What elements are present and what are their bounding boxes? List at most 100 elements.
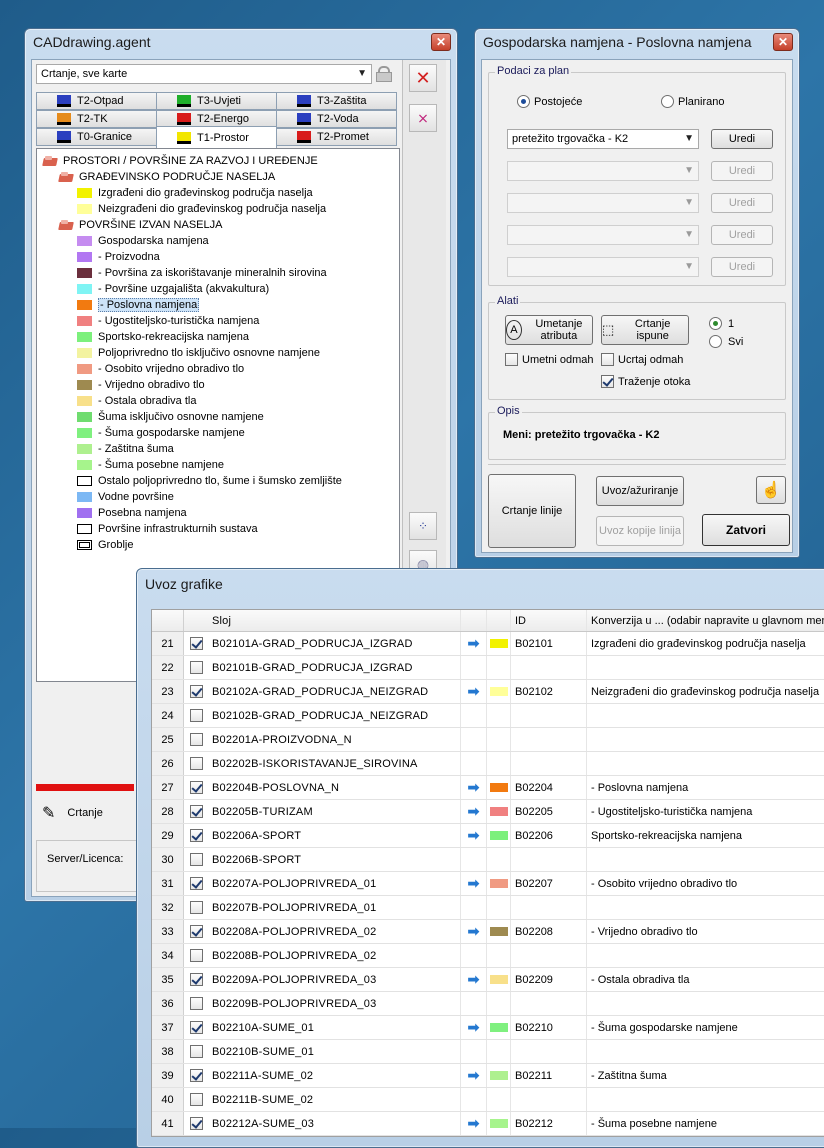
uredi-button-2[interactable]: Uredi [711,161,773,181]
table-row[interactable]: 36 B02209B-POLJOPRIVREDA_03 [152,992,824,1016]
crtanje-linije-button[interactable]: Crtanje linije [488,474,576,548]
namjena-select-5[interactable]: ▼ [507,257,699,277]
tree-item[interactable]: - Zaštitna šuma [43,441,399,457]
tree-item[interactable]: - Šuma posebne namjene [43,457,399,473]
tree-item[interactable]: Neizgrađeni dio građevinskog područja na… [43,201,399,217]
namjena-select[interactable]: pretežito trgovačka - K2 ▼ [507,129,699,149]
zatvori-button[interactable]: Zatvori [702,514,790,546]
tree-folder[interactable]: PROSTORI / POVRŠINE ZA RAZVOJ I UREĐENJE [43,153,399,169]
table-row[interactable]: 24 B02102B-GRAD_PODRUCJA_NEIZGRAD [152,704,824,728]
uredi-button-3[interactable]: Uredi [711,193,773,213]
row-checkbox[interactable] [189,685,203,698]
tree-item[interactable]: Vodne površine [43,489,399,505]
trazenje-otoka-checkbox[interactable]: Traženje otoka [601,375,690,388]
row-checkbox[interactable] [189,1045,203,1058]
tab-t1-prostor[interactable]: T1-Prostor [156,126,277,148]
uredi-button-5[interactable]: Uredi [711,257,773,277]
tree-item[interactable]: Poljoprivredno tlo isključivo osnovne na… [43,345,399,361]
uvoz-kopije-button[interactable]: Uvoz kopije linija [596,516,684,546]
row-checkbox[interactable] [189,997,203,1010]
tab-t2-tk[interactable]: T2-TK [36,110,157,128]
table-row[interactable]: 41 B02212A-SUME_03 ➡ B02212 - Šuma posebne n… [152,1112,824,1136]
tree-item[interactable]: Groblje [43,537,399,553]
select-points-icon[interactable]: ⁘ [409,512,437,540]
tree-item[interactable]: Ostalo poljoprivredno tlo, šume i šumsko… [43,473,399,489]
tree-item[interactable]: - Poslovna namjena [43,297,399,313]
table-row[interactable]: 23 B02102A-GRAD_PODRUCJA_NEIZGRAD ➡ B02102 N… [152,680,824,704]
tab-t2-otpad[interactable]: T2-Otpad [36,92,157,110]
row-checkbox[interactable] [189,949,203,962]
row-checkbox[interactable] [189,973,203,986]
row-checkbox[interactable] [189,661,203,674]
row-checkbox[interactable] [189,853,203,866]
tree-item[interactable]: - Ugostiteljsko-turistička namjena [43,313,399,329]
row-checkbox[interactable] [189,925,203,938]
namjena-select-3[interactable]: ▼ [507,193,699,213]
row-checkbox[interactable] [189,901,203,914]
radio-planirano[interactable]: Planirano [661,95,724,108]
tree-folder[interactable]: POVRŠINE IZVAN NASELJA [43,217,399,233]
namjena-select-4[interactable]: ▼ [507,225,699,245]
table-row[interactable]: 25 B02201A-PROIZVODNA_N [152,728,824,752]
tree-item[interactable]: - Ostala obradiva tla [43,393,399,409]
radio-1[interactable]: 1 [709,317,734,330]
row-checkbox[interactable] [189,709,203,722]
ucrtaj-odmah-checkbox[interactable]: Ucrtaj odmah [601,353,683,366]
row-checkbox[interactable] [189,781,203,794]
table-row[interactable]: 27 B02204B-POSLOVNA_N ➡ B02204 - Poslovna na… [152,776,824,800]
tab-t2-promet[interactable]: T2-Promet [276,128,397,146]
table-row[interactable]: 40 B02211B-SUME_02 [152,1088,824,1112]
row-checkbox[interactable] [189,1069,203,1082]
table-row[interactable]: 30 B02206B-SPORT [152,848,824,872]
tab-t3-uvjeti[interactable]: T3-Uvjeti [156,92,277,110]
table-row[interactable]: 39 B02211A-SUME_02 ➡ B02211 - Zaštitna šuma [152,1064,824,1088]
header-sloj[interactable]: Sloj [208,610,461,631]
tree-item[interactable]: - Proizvodna [43,249,399,265]
map-select[interactable]: Crtanje, sve karte ▼ [36,64,372,84]
tree-item[interactable]: - Osobito vrijedno obradivo tlo [43,361,399,377]
table-row[interactable]: 34 B02208B-POLJOPRIVREDA_02 [152,944,824,968]
row-checkbox[interactable] [189,1117,203,1130]
tree-item[interactable]: Sportsko-rekreacijska namjena [43,329,399,345]
table-row[interactable]: 37 B02210A-SUME_01 ➡ B02210 - Šuma gospodars… [152,1016,824,1040]
table-row[interactable]: 38 B02210B-SUME_01 [152,1040,824,1064]
table-row[interactable]: 32 B02207B-POLJOPRIVREDA_01 [152,896,824,920]
table-row[interactable]: 35 B02209A-POLJOPRIVREDA_03 ➡ B02209 - Ostal… [152,968,824,992]
close-icon[interactable]: ✕ [773,33,793,51]
uredi-button-4[interactable]: Uredi [711,225,773,245]
row-checkbox[interactable] [189,757,203,770]
crtanje-ispune-button[interactable]: ⬚ Crtanje ispune [601,315,689,345]
crtanje-item[interactable]: ✎ Crtanje [36,796,134,830]
table-row[interactable]: 33 B02208A-POLJOPRIVREDA_02 ➡ B02208 - Vrije… [152,920,824,944]
tree-item[interactable]: Gospodarska namjena [43,233,399,249]
tab-t2-voda[interactable]: T2-Voda [276,110,397,128]
close-icon[interactable]: ✕ [431,33,451,51]
table-row[interactable]: 22 B02101B-GRAD_PODRUCJA_IZGRAD [152,656,824,680]
header-id[interactable]: ID [511,610,587,631]
umetanje-atributa-button[interactable]: A Umetanje atributa [505,315,593,345]
row-checkbox[interactable] [189,829,203,842]
tree-item[interactable]: Šuma isključivo osnovne namjene [43,409,399,425]
table-row[interactable]: 31 B02207A-POLJOPRIVREDA_01 ➡ B02207 - Osobi… [152,872,824,896]
umetni-odmah-checkbox[interactable]: Umetni odmah [505,353,594,366]
tree-item[interactable]: Izgrađeni dio građevinskog područja nase… [43,185,399,201]
node-edit-icon[interactable]: ⨯ [409,104,437,132]
tree-item[interactable]: Površine infrastrukturnih sustava [43,521,399,537]
table-row[interactable]: 28 B02205B-TURIZAM ➡ B02205 - Ugostiteljsko-… [152,800,824,824]
delete-icon[interactable]: ✕ [409,64,437,92]
table-row[interactable]: 21 B02101A-GRAD_PODRUCJA_IZGRAD ➡ B02101 Izg… [152,632,824,656]
row-checkbox[interactable] [189,637,203,650]
uredi-button-1[interactable]: Uredi [711,129,773,149]
tab-t0-granice[interactable]: T0-Granice [36,128,157,146]
namjena-select-2[interactable]: ▼ [507,161,699,181]
table-row[interactable]: 29 B02206A-SPORT ➡ B02206 Sportsko-rekreacij… [152,824,824,848]
tree-item[interactable]: - Šuma gospodarske namjene [43,425,399,441]
row-checkbox[interactable] [189,733,203,746]
header-konverzija[interactable]: Konverzija u ... (odabir napravite u gla… [587,610,824,631]
tree-item[interactable]: - Vrijedno obradivo tlo [43,377,399,393]
row-checkbox[interactable] [189,877,203,890]
tab-t3-za-tita[interactable]: T3-Zaštita [276,92,397,110]
tree-item[interactable]: - Površina za iskorištavanje mineralnih … [43,265,399,281]
tree-item[interactable]: - Površine uzgajališta (akvakultura) [43,281,399,297]
radio-svi[interactable]: Svi [709,335,743,348]
